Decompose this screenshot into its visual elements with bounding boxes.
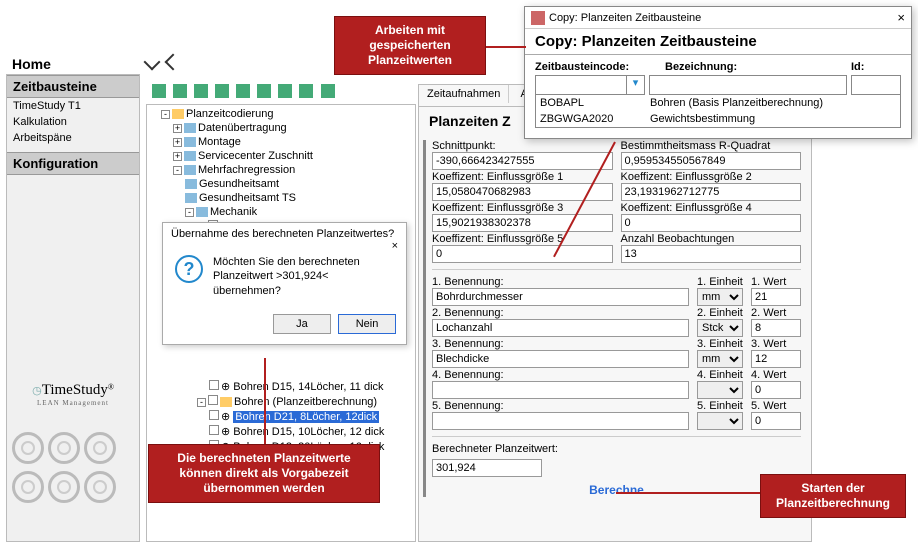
b1-input[interactable] (432, 288, 689, 306)
tree-node[interactable]: -Bohren (Planzeitberechnung) (149, 394, 413, 409)
r2-input[interactable] (621, 152, 802, 170)
tool-icon[interactable] (194, 84, 208, 98)
copy-header: Copy: Planzeiten Zeitbausteine (525, 29, 911, 54)
form-panel: Zeitaufnahmen Arbeitsplan Planzeiten Z S… (418, 84, 812, 542)
dialog-message: Möchten Sie den berechneten Planzeitwert… (213, 255, 380, 298)
w5-input[interactable] (751, 412, 801, 430)
close-icon[interactable]: × (392, 240, 398, 252)
menu-kalkulation[interactable]: Kalkulation (7, 114, 139, 130)
tree-node[interactable]: +Servicecenter Zuschnitt (149, 149, 413, 163)
yes-button[interactable]: Ja (273, 314, 331, 334)
tool-icon[interactable] (278, 84, 292, 98)
section-konfiguration: Konfiguration (7, 152, 139, 175)
dialog-title: Übernahme des berechneten Planzeitwertes… (171, 228, 394, 240)
callout-3: Starten der Planzeitberechnung (760, 474, 906, 518)
b4-input[interactable] (432, 381, 689, 399)
tool-icon[interactable] (152, 84, 166, 98)
tool-icon[interactable] (173, 84, 187, 98)
section-zeitbausteine: Zeitbausteine (7, 75, 139, 98)
no-button[interactable]: Nein (338, 314, 396, 334)
tree-leaf-selected[interactable]: ⊕ Bohren D21, 8Löcher, 12dick (149, 409, 413, 424)
anz-input[interactable] (621, 245, 802, 263)
menu-timestudy[interactable]: TimeStudy T1 (7, 98, 139, 114)
w2-input[interactable] (751, 319, 801, 337)
tree-node[interactable]: +Datenübertragung (149, 121, 413, 135)
w3-input[interactable] (751, 350, 801, 368)
e3-select[interactable]: mm (697, 350, 743, 368)
copy-dropdown-list: BOBAPLBohren (Basis Planzeitberechnung) … (535, 95, 901, 128)
e4-select[interactable] (697, 381, 743, 399)
b3-input[interactable] (432, 350, 689, 368)
list-item[interactable]: BOBAPLBohren (Basis Planzeitberechnung) (536, 95, 900, 111)
chevron-down-icon[interactable]: ▾ (626, 76, 644, 94)
home-link[interactable]: Home (6, 54, 140, 74)
decorative-gears (10, 430, 136, 540)
k5-input[interactable] (432, 245, 613, 263)
question-icon: ? (175, 255, 203, 283)
tree-leaf[interactable]: ⊕ Bohren D15, 14Löcher, 11 dick (149, 379, 413, 394)
copy-window: Copy: Planzeiten Zeitbausteine × Copy: Pl… (524, 6, 912, 139)
list-item[interactable]: ZBGWGA2020Gewichtsbestimmung (536, 111, 900, 127)
bez-input[interactable] (649, 75, 847, 95)
tool-icon[interactable] (236, 84, 250, 98)
confirm-dialog: Übernahme des berechneten Planzeitwertes… (162, 222, 407, 345)
tree-leaf[interactable]: ⊕ Bohren D15, 10Löcher, 12 dick (149, 424, 413, 439)
e5-select[interactable] (697, 412, 743, 430)
callout-1: Arbeiten mit gespeicherten Planzeitwerte… (334, 16, 486, 75)
k4-input[interactable] (621, 214, 802, 232)
b2-input[interactable] (432, 319, 689, 337)
logo: ◷TimeStudy® LEAN Management (10, 382, 136, 407)
calculate-button[interactable]: Berechne (583, 481, 650, 499)
tree-node[interactable]: Gesundheitsamt (149, 177, 413, 191)
tree-node[interactable]: -Mechanik (149, 205, 413, 219)
tree-root[interactable]: -Planzeitcodierung (149, 107, 413, 121)
menu-arbeitspaene[interactable]: Arbeitspäne (7, 130, 139, 146)
schnitt-input[interactable] (432, 152, 613, 170)
w1-input[interactable] (751, 288, 801, 306)
tree-node[interactable]: -Mehrfachregression (149, 163, 413, 177)
close-icon[interactable]: × (897, 10, 905, 25)
callout-2: Die berechneten Planzeitwerte können dir… (148, 444, 380, 503)
b5-input[interactable] (432, 412, 689, 430)
tool-icon[interactable] (257, 84, 271, 98)
id-input[interactable] (851, 75, 901, 95)
pin-icon-2[interactable] (165, 54, 182, 71)
tree-node[interactable]: +Montage (149, 135, 413, 149)
w4-input[interactable] (751, 381, 801, 399)
tool-icon[interactable] (299, 84, 313, 98)
tool-icon[interactable] (321, 84, 335, 98)
e1-select[interactable]: mm (697, 288, 743, 306)
tree-toolbar (150, 84, 406, 102)
e2-select[interactable]: Stck (697, 319, 743, 337)
k2-input[interactable] (621, 183, 802, 201)
tree-node[interactable]: Gesundheitsamt TS (149, 191, 413, 205)
code-combo[interactable]: ▾ (535, 75, 645, 95)
copy-titlebar: Copy: Planzeiten Zeitbausteine (549, 12, 701, 24)
window-icon (531, 11, 545, 25)
tool-icon[interactable] (215, 84, 229, 98)
tab-zeitaufnahmen[interactable]: Zeitaufnahmen (419, 85, 509, 103)
pin-icon[interactable] (144, 54, 161, 71)
result-input[interactable] (432, 459, 542, 477)
k3-input[interactable] (432, 214, 613, 232)
